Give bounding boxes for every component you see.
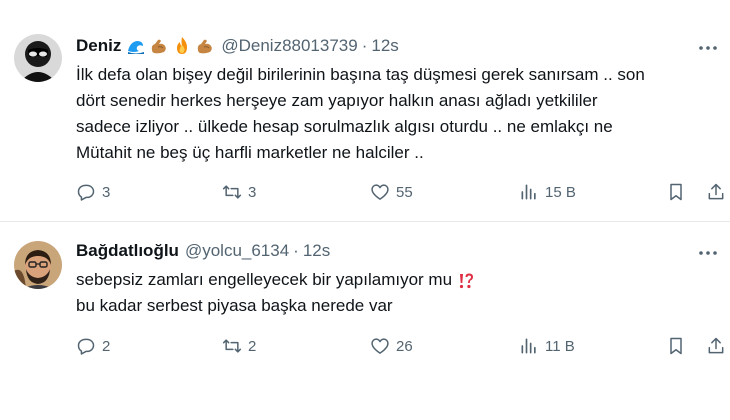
avatar[interactable] bbox=[14, 34, 62, 82]
tweet-text-line-content: sebepsiz zamları engelleyecek bir yapıla… bbox=[76, 270, 453, 289]
tweet-text-line: bu kadar serbest piyasa başka nerede var bbox=[76, 296, 393, 315]
author-name[interactable]: Deniz bbox=[76, 36, 121, 56]
bookmark-button[interactable] bbox=[666, 336, 686, 356]
separator-dot: · bbox=[293, 241, 299, 260]
views-count: 15 B bbox=[545, 183, 576, 201]
tweet-text-line: sebepsiz zamları engelleyecek bir yapıla… bbox=[76, 267, 716, 293]
more-icon[interactable] bbox=[696, 38, 720, 58]
flexed-biceps-emoji bbox=[152, 39, 167, 54]
tweet-header: Deniz @Deniz88013739 · 12s bbox=[76, 36, 399, 56]
views-icon bbox=[521, 338, 536, 354]
like-count: 26 bbox=[396, 337, 413, 355]
bookmark-button[interactable] bbox=[666, 182, 686, 202]
timestamp[interactable]: 12s bbox=[371, 36, 398, 56]
repost-count: 2 bbox=[248, 337, 257, 355]
views-count: 11 B bbox=[545, 337, 575, 355]
reply-icon bbox=[77, 338, 95, 355]
tweet-actions: 2 2 26 11 B bbox=[76, 336, 730, 360]
wave-emoji bbox=[128, 41, 145, 54]
interrobang-emoji bbox=[459, 273, 474, 288]
repost-count: 3 bbox=[248, 183, 257, 201]
like-button[interactable]: 55 bbox=[370, 182, 413, 202]
avatar[interactable] bbox=[14, 241, 62, 289]
like-icon bbox=[371, 338, 389, 354]
reply-button[interactable]: 3 bbox=[76, 182, 110, 202]
bookmark-icon bbox=[670, 337, 682, 355]
reply-icon bbox=[77, 184, 95, 201]
author-handle[interactable]: @yolcu_6134 bbox=[185, 241, 289, 261]
tweet-text: sebepsiz zamları engelleyecek bir yapıla… bbox=[76, 267, 716, 319]
views-button[interactable]: 11 B bbox=[519, 336, 575, 356]
tweet-text-line: sadece izliyor .. ülkede hesap sorulmazl… bbox=[76, 117, 613, 136]
repost-icon bbox=[222, 339, 242, 353]
reply-button[interactable]: 2 bbox=[76, 336, 110, 356]
views-icon bbox=[521, 184, 536, 200]
flexed-biceps-emoji bbox=[198, 39, 213, 54]
tweet-text-line: dört senedir herkes herşeye zam yapıyor … bbox=[76, 91, 598, 110]
reply-count: 2 bbox=[102, 337, 111, 355]
tweet-text-line: Mütahit ne beş üç harfli marketler ne ha… bbox=[76, 143, 424, 162]
reply-count: 3 bbox=[102, 183, 111, 201]
share-button[interactable] bbox=[706, 336, 726, 356]
like-icon bbox=[371, 184, 389, 200]
tweet[interactable]: Deniz @Deniz88013739 · 12s İlk defa olan… bbox=[0, 0, 730, 222]
tweet-text: İlk defa olan bişey değil birilerinin ba… bbox=[76, 62, 716, 166]
author-handle[interactable]: @Deniz88013739 bbox=[221, 36, 357, 56]
share-button[interactable] bbox=[706, 182, 726, 202]
separator-dot: · bbox=[361, 36, 368, 55]
tweet-text-line: İlk defa olan bişey değil birilerinin ba… bbox=[76, 65, 645, 84]
timestamp[interactable]: 12s bbox=[303, 241, 330, 261]
like-button[interactable]: 26 bbox=[370, 336, 413, 356]
repost-icon bbox=[222, 185, 242, 199]
repost-button[interactable]: 2 bbox=[222, 336, 256, 356]
fire-emoji bbox=[177, 37, 188, 54]
tweet-header: Bağdatlıoğlu @yolcu_6134 · 12s bbox=[76, 241, 330, 261]
name-emojis bbox=[126, 36, 215, 56]
more-icon[interactable] bbox=[696, 243, 720, 263]
author-name[interactable]: Bağdatlıoğlu bbox=[76, 241, 179, 261]
share-icon bbox=[708, 337, 724, 354]
tweet[interactable]: Bağdatlıoğlu @yolcu_6134 · 12s sebepsiz … bbox=[0, 223, 730, 420]
like-count: 55 bbox=[396, 183, 413, 201]
repost-button[interactable]: 3 bbox=[222, 182, 256, 202]
tweet-actions: 3 3 55 15 B bbox=[76, 182, 730, 206]
bookmark-icon bbox=[670, 183, 682, 201]
views-button[interactable]: 15 B bbox=[519, 182, 576, 202]
share-icon bbox=[708, 183, 724, 200]
